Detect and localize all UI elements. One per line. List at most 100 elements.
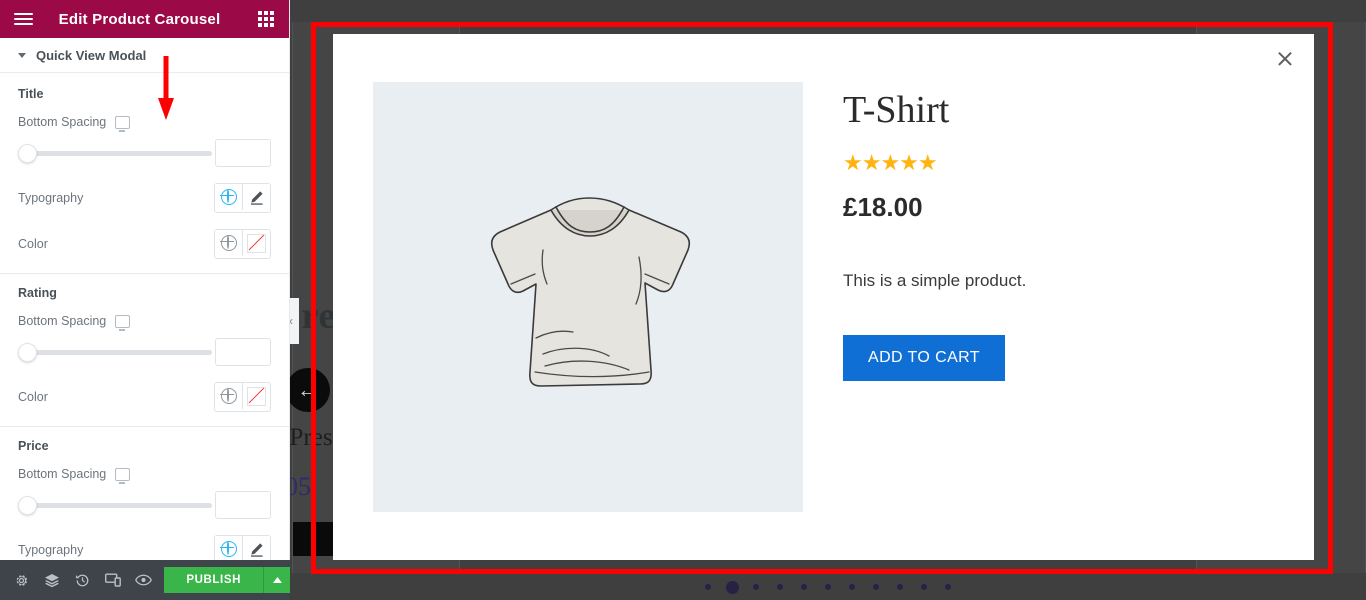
preview-eye-icon[interactable] <box>128 560 158 600</box>
section-header-label: Quick View Modal <box>36 47 147 63</box>
globe-icon[interactable] <box>215 184 242 210</box>
carousel-dot[interactable] <box>816 579 840 595</box>
widgets-grid-icon[interactable] <box>243 11 289 27</box>
pencil-icon[interactable] <box>242 184 270 210</box>
carousel-dot[interactable] <box>888 579 912 595</box>
pencil-glyph <box>249 542 264 557</box>
bottom-spacing-input[interactable] <box>215 139 271 167</box>
globe-icon[interactable] <box>215 536 242 560</box>
globe-icon[interactable] <box>215 230 242 256</box>
grid-glyph <box>258 11 274 27</box>
bottom-spacing-slider-row <box>18 338 271 366</box>
publish-options-caret-icon[interactable] <box>263 567 291 593</box>
no-color-swatch-icon[interactable] <box>242 230 270 256</box>
bottom-spacing-input[interactable] <box>215 491 271 519</box>
bottom-spacing-label-row: Bottom Spacing <box>18 467 271 484</box>
globe-glyph <box>220 387 237 404</box>
control-group-title: Title Bottom Spacing Typography Color <box>0 73 289 274</box>
carousel-dot[interactable] <box>720 579 744 595</box>
no-color-glyph <box>247 233 266 253</box>
modal-body: T-Shirt ★★★★★ £18.00 This is a simple pr… <box>333 34 1314 512</box>
responsive-glyph <box>104 573 121 587</box>
bottom-spacing-slider[interactable] <box>18 495 212 515</box>
panel-header: Edit Product Carousel <box>0 0 289 38</box>
typography-row: Typography <box>18 183 271 213</box>
carousel-dot-glyph <box>873 584 879 590</box>
panel-footer-toolbar: PUBLISH <box>0 560 291 600</box>
globe-icon[interactable] <box>215 383 242 409</box>
carousel-dot-glyph <box>725 580 739 594</box>
control-group-price: Price Bottom Spacing Typography <box>0 427 289 560</box>
control-label: Bottom Spacing <box>18 115 107 129</box>
caret-down-icon <box>18 52 26 58</box>
control-label: Bottom Spacing <box>18 314 107 328</box>
carousel-dot-glyph <box>921 584 927 590</box>
history-glyph <box>75 574 89 586</box>
group-title-label: Rating <box>18 286 57 300</box>
product-info: T-Shirt ★★★★★ £18.00 This is a simple pr… <box>803 82 1026 512</box>
carousel-dot[interactable] <box>768 579 792 595</box>
section-header-quick-view-modal[interactable]: Quick View Modal <box>0 38 289 73</box>
product-rating-stars[interactable]: ★★★★★ <box>843 150 1026 176</box>
history-icon[interactable] <box>67 560 97 600</box>
hamburger-bar <box>13 13 33 16</box>
publish-button[interactable]: PUBLISH <box>164 567 264 593</box>
carousel-dot[interactable] <box>792 579 816 595</box>
settings-gear-icon[interactable] <box>6 560 36 600</box>
carousel-dots <box>290 579 1366 595</box>
close-icon[interactable] <box>1270 44 1300 74</box>
control-label: Typography <box>18 543 84 557</box>
carousel-dot[interactable] <box>912 579 936 595</box>
carousel-prev-arrow[interactable]: ← <box>290 368 330 412</box>
product-price: £18.00 <box>843 192 923 222</box>
add-to-cart-button[interactable]: ADD TO CART <box>843 335 1005 381</box>
control-group-rating: Rating Bottom Spacing Color <box>0 274 289 427</box>
control-label: Color <box>18 390 48 404</box>
globe-glyph <box>220 188 237 205</box>
pencil-glyph <box>249 190 264 205</box>
panel-scroll-area[interactable]: Quick View Modal Title Bottom Spacing Ty… <box>0 38 289 560</box>
product-title: T-Shirt <box>843 89 950 131</box>
group-title-label: Price <box>18 439 49 453</box>
close-icon-glyph <box>1278 52 1292 66</box>
slider-handle[interactable] <box>18 495 37 515</box>
bottom-spacing-slider[interactable] <box>18 342 212 362</box>
carousel-dot[interactable] <box>840 579 864 595</box>
caret-up-glyph <box>272 577 282 583</box>
carousel-dot[interactable] <box>696 579 720 595</box>
background-product-price-left: 05 <box>290 472 311 501</box>
color-buttons <box>214 229 271 259</box>
control-label: Color <box>18 237 48 251</box>
no-color-glyph <box>247 386 266 406</box>
hamburger-bar <box>13 17 33 21</box>
carousel-dot[interactable] <box>744 579 768 595</box>
control-label: Bottom Spacing <box>18 467 107 481</box>
bottom-spacing-slider-row <box>18 491 271 519</box>
annotation-down-arrow <box>158 56 174 120</box>
t-shirt-sketch-icon <box>490 197 691 387</box>
responsive-mode-icon[interactable] <box>97 560 127 600</box>
gear-glyph <box>16 574 27 586</box>
carousel-dot-glyph <box>897 584 903 590</box>
no-color-swatch-icon[interactable] <box>242 383 270 409</box>
slider-track <box>21 502 212 508</box>
desktop-icon[interactable] <box>115 115 131 132</box>
bottom-spacing-slider[interactable] <box>18 143 212 163</box>
slider-handle[interactable] <box>18 143 37 163</box>
desktop-icon[interactable] <box>115 314 131 331</box>
bottom-spacing-label-row: Bottom Spacing <box>18 314 271 331</box>
product-image <box>373 82 803 512</box>
carousel-dot[interactable] <box>864 579 888 595</box>
globe-glyph <box>220 540 237 557</box>
bottom-spacing-input[interactable] <box>215 338 271 366</box>
panel-collapse-handle[interactable]: ‹ <box>290 298 299 344</box>
color-row: Color <box>18 229 271 259</box>
slider-track <box>21 349 212 355</box>
editor-panel: Edit Product Carousel Quick View Modal T… <box>0 0 291 600</box>
carousel-dot-glyph <box>801 584 807 590</box>
pencil-icon[interactable] <box>242 536 270 560</box>
navigator-layers-icon[interactable] <box>36 560 66 600</box>
desktop-icon[interactable] <box>115 467 131 484</box>
carousel-dot[interactable] <box>936 579 960 595</box>
slider-handle[interactable] <box>18 342 37 362</box>
